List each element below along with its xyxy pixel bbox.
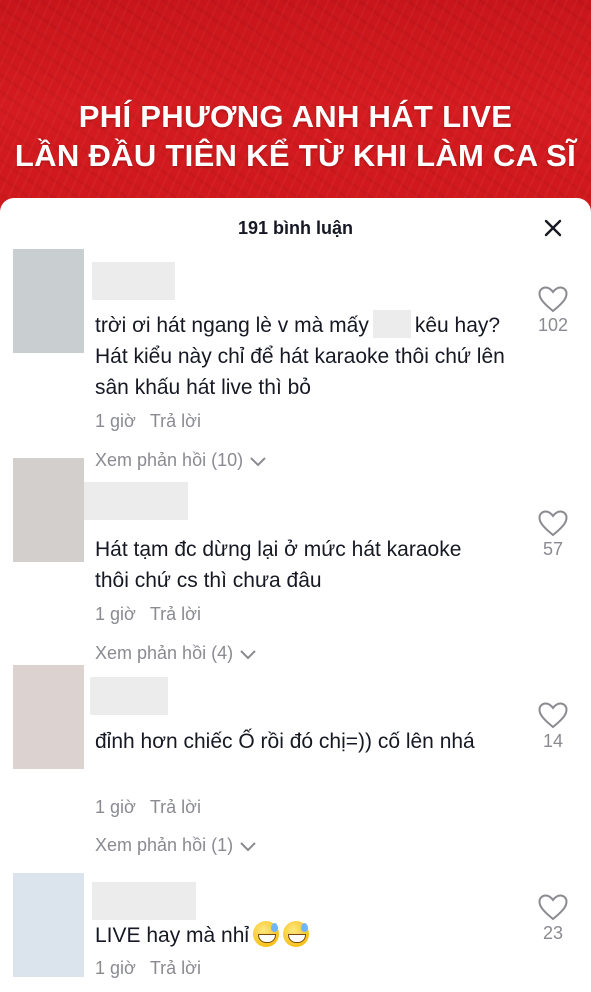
video-banner: PHÍ PHƯƠNG ANH HÁT LIVE LẦN ĐẦU TIÊN KỂ … — [0, 0, 591, 230]
chevron-down-icon — [240, 841, 256, 851]
avatar[interactable] — [13, 249, 84, 353]
avatar[interactable] — [13, 873, 84, 977]
comment-meta: 1 giờ Trả lời — [95, 958, 201, 979]
heart-outline-icon — [538, 702, 568, 729]
comment-time: 1 giờ — [95, 604, 136, 624]
like-count: 23 — [542, 923, 564, 943]
reply-button[interactable]: Trả lời — [150, 411, 201, 431]
heart-outline-icon — [538, 894, 568, 921]
comment-meta: 1 giờ Trả lời — [95, 411, 201, 432]
username-redacted[interactable] — [92, 882, 196, 920]
comment-text: đỉnh hơn chiếc Ố rồi đó chị=)) cố lên nh… — [95, 730, 475, 753]
grinning-sweat-emoji — [253, 921, 280, 947]
reply-button[interactable]: Trả lời — [150, 797, 201, 817]
like-count: 57 — [542, 539, 564, 559]
username-redacted[interactable] — [84, 482, 188, 520]
chevron-down-icon — [250, 456, 266, 466]
avatar[interactable] — [13, 665, 84, 769]
comment-text: trời ơi hát ngang lè v mà mấy kêu hay? Há… — [95, 310, 505, 403]
view-replies-button[interactable]: Xem phản hồi (4) — [95, 643, 257, 664]
comment-text: Hát tạm đc dừng lại ở mức hát karaoke th… — [95, 538, 462, 592]
username-redacted[interactable] — [92, 262, 175, 300]
comment-meta: 1 giờ Trả lời — [95, 797, 201, 818]
avatar[interactable] — [13, 458, 84, 562]
close-icon — [544, 219, 562, 237]
like-count: 14 — [542, 731, 564, 751]
banner-title-line-2: LẦN ĐẦU TIÊN KỂ TỪ KHI LÀM CA SĨ — [14, 138, 577, 173]
view-replies-button[interactable]: Xem phản hồi (10) — [95, 450, 267, 471]
reply-button[interactable]: Trả lời — [150, 604, 201, 624]
heart-outline-icon — [538, 286, 568, 313]
comment-time: 1 giờ — [95, 958, 136, 978]
like-button[interactable]: 14 — [531, 702, 575, 752]
comment-meta: 1 giờ Trả lời — [95, 604, 201, 625]
heart-outline-icon — [538, 510, 568, 537]
username-redacted[interactable] — [90, 677, 168, 715]
chevron-down-icon — [240, 649, 256, 659]
banner-title-line-1: PHÍ PHƯƠNG ANH HÁT LIVE — [78, 99, 513, 134]
like-button[interactable]: 102 — [531, 286, 575, 336]
view-replies-button[interactable]: Xem phản hồi (1) — [95, 835, 257, 856]
reply-button[interactable]: Trả lời — [150, 958, 201, 978]
comment-time: 1 giờ — [95, 411, 136, 431]
close-button[interactable] — [539, 214, 567, 242]
comment-time: 1 giờ — [95, 797, 136, 817]
comment-text: LIVE hay mà nhỉ — [95, 920, 505, 951]
grinning-sweat-emoji — [283, 921, 310, 947]
like-count: 102 — [537, 315, 569, 335]
like-button[interactable]: 23 — [531, 894, 575, 944]
redacted-word — [372, 310, 411, 338]
like-button[interactable]: 57 — [531, 510, 575, 560]
comment-count-title: 191 bình luận — [237, 218, 354, 238]
